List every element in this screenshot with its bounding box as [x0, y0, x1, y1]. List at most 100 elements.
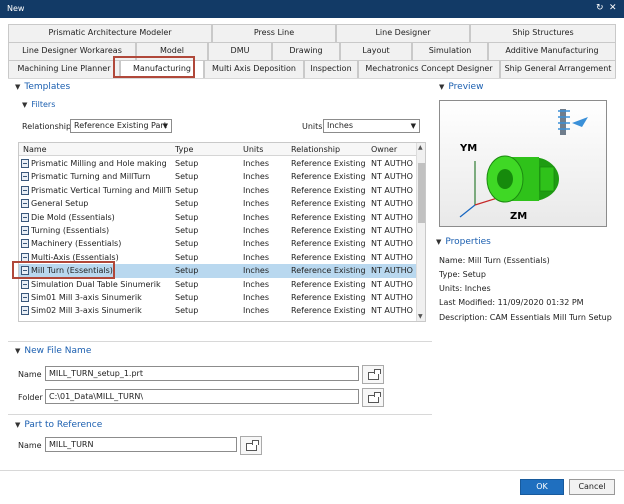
cell-type: Setup: [175, 239, 199, 249]
tab-mechatronics-concept-designer[interactable]: Mechatronics Concept Designer: [358, 60, 500, 78]
relationship-select[interactable]: Reference Existing Part ▼: [70, 119, 172, 133]
tab-simulation[interactable]: Simulation: [412, 42, 488, 60]
table-row[interactable]: Sim02 Mill 3-axis Sinumerik Setup Inches Re…: [19, 304, 417, 317]
cell-units: Inches: [243, 306, 269, 316]
tab-ship-general-arrangement[interactable]: Ship General Arrangement: [500, 60, 616, 78]
table-row[interactable]: Turning (Essentials) Setup Inches Reference…: [19, 224, 417, 237]
scroll-thumb[interactable]: [418, 163, 425, 223]
cell-type: Setup: [175, 172, 199, 182]
cell-owner: NT AUTHO...: [371, 266, 413, 276]
table-row[interactable]: General Setup Setup Inches Reference Existi…: [19, 197, 417, 210]
template-file-icon: [21, 159, 29, 168]
filters-header[interactable]: ▼ Filters: [22, 100, 55, 109]
title-bar: New ↻ ✕: [0, 0, 624, 18]
prop-type: Type: Setup: [439, 270, 486, 279]
template-file-icon: [21, 172, 29, 182]
browse-folder-button[interactable]: [362, 388, 384, 407]
tab-machining-line-planner[interactable]: Machining Line Planner: [8, 60, 120, 78]
tab-multi-axis-deposition[interactable]: Multi Axis Deposition: [204, 60, 304, 78]
browse-reference-button[interactable]: [240, 436, 262, 455]
cell-relationship: Reference Existing: [291, 239, 366, 249]
cell-name: Prismatic Turning and MillTurn: [31, 172, 151, 182]
col-relationship-header[interactable]: Relationship: [291, 145, 340, 154]
template-file-icon: [21, 185, 29, 195]
cell-name: Sim01 Mill 3-axis Sinumerik: [31, 293, 142, 302]
tab-row-1: Prismatic Architecture Modeler Press Lin…: [8, 24, 616, 42]
cell-owner: NT AUTHO...: [371, 306, 413, 316]
collapse-chevron-icon: ▼: [15, 83, 21, 91]
browse-name-button[interactable]: [362, 365, 384, 384]
scroll-up-icon[interactable]: ▲: [418, 144, 423, 151]
tab-highlight: [113, 56, 195, 78]
cell-relationship: Reference Existing: [291, 185, 366, 195]
table-row[interactable]: Prismatic Vertical Turning and MillTu...…: [19, 184, 417, 197]
col-units-header[interactable]: Units: [243, 145, 263, 154]
cell-relationship: Reference Existing: [291, 172, 366, 182]
section-divider: [8, 414, 432, 415]
tab-row-2: Line Designer Workareas Model DMU Drawin…: [8, 42, 616, 60]
folder-label: Folder: [18, 393, 43, 402]
cell-name: Simulation Dual Table Sinumerik: [31, 279, 161, 289]
ok-button[interactable]: OK: [520, 479, 564, 495]
cell-units: Inches: [243, 185, 269, 195]
close-icon[interactable]: ✕: [609, 3, 617, 13]
tab-drawing[interactable]: Drawing: [272, 42, 340, 60]
tab-press-line[interactable]: Press Line: [212, 24, 336, 42]
col-name-header[interactable]: Name: [23, 145, 47, 154]
cell-units: Inches: [243, 226, 269, 235]
template-file-icon: [21, 239, 29, 249]
cell-type: Setup: [175, 199, 199, 209]
cell-relationship: Reference Existing: [291, 199, 366, 209]
preview-header[interactable]: ▼ Preview: [439, 82, 483, 92]
table-row[interactable]: Die Mold (Essentials) Setup Inches Referenc…: [19, 211, 417, 224]
properties-header[interactable]: ▼ Properties: [436, 237, 491, 247]
cell-name: General Setup: [31, 199, 89, 209]
cell-owner: NT AUTHO...: [371, 172, 413, 182]
table-row[interactable]: Prismatic Turning and MillTurn Setup Inche…: [19, 170, 417, 183]
preview-panel: YM ZM: [439, 100, 607, 227]
section-divider: [8, 341, 432, 342]
tab-ship-structures[interactable]: Ship Structures: [470, 24, 616, 42]
scroll-down-icon[interactable]: ▼: [418, 313, 423, 320]
tab-additive-manufacturing[interactable]: Additive Manufacturing: [488, 42, 616, 60]
file-name-label: Name: [18, 370, 42, 379]
tab-prismatic-architecture-modeler[interactable]: Prismatic Architecture Modeler: [8, 24, 212, 42]
tab-inspection[interactable]: Inspection: [304, 60, 358, 78]
cancel-button[interactable]: Cancel: [569, 479, 615, 495]
cell-relationship: Reference Existing: [291, 306, 366, 316]
cell-name: Turning (Essentials): [31, 226, 110, 235]
cell-name: Sim02 Mill 3-axis Sinumerik: [31, 306, 142, 316]
part-to-reference-header[interactable]: ▼ Part to Reference: [15, 420, 102, 430]
cell-units: Inches: [243, 293, 269, 302]
cell-owner: NT AUTHO...: [371, 185, 413, 195]
template-file-icon: [21, 226, 29, 235]
tab-line-designer[interactable]: Line Designer: [336, 24, 470, 42]
relationship-value: Reference Existing Part: [74, 121, 167, 130]
folder-icon: [246, 440, 259, 451]
table-row[interactable]: Prismatic Milling and Hole making Setup In…: [19, 157, 417, 170]
reference-name-input[interactable]: MILL_TURN: [45, 437, 237, 452]
cell-type: Setup: [175, 279, 199, 289]
table-row[interactable]: Simulation Dual Table Sinumerik Setup Inch…: [19, 278, 417, 291]
file-name-input[interactable]: MILL_TURN_setup_1.prt: [45, 366, 359, 381]
templates-header[interactable]: ▼ Templates: [15, 82, 70, 92]
table-scrollbar[interactable]: ▲ ▼: [416, 143, 425, 321]
reset-icon[interactable]: ↻: [596, 3, 604, 13]
axis-zm-label: ZM: [510, 211, 527, 222]
units-label: Units: [302, 122, 323, 131]
new-file-name-header[interactable]: ▼ New File Name: [15, 346, 91, 356]
cell-name: Machinery (Essentials): [31, 239, 122, 249]
part-preview-image: YM ZM: [459, 109, 588, 222]
tab-dmu[interactable]: DMU: [208, 42, 272, 60]
table-row[interactable]: Machinery (Essentials) Setup Inches Referen…: [19, 237, 417, 250]
units-select[interactable]: Inches ▼: [323, 119, 420, 133]
folder-input[interactable]: C:\01_Data\MILL_TURN\: [45, 389, 359, 404]
cell-owner: NT AUTHO...: [371, 226, 413, 235]
tab-row-3: Machining Line Planner Manufacturing Mul…: [8, 60, 616, 78]
cell-relationship: Reference Existing: [291, 252, 366, 262]
table-row[interactable]: Sim01 Mill 3-axis Sinumerik Setup Inches Re…: [19, 291, 417, 304]
col-type-header[interactable]: Type: [175, 145, 193, 154]
collapse-chevron-icon: ▼: [22, 101, 28, 109]
col-owner-header[interactable]: Owner: [371, 145, 397, 154]
tab-layout[interactable]: Layout: [340, 42, 412, 60]
